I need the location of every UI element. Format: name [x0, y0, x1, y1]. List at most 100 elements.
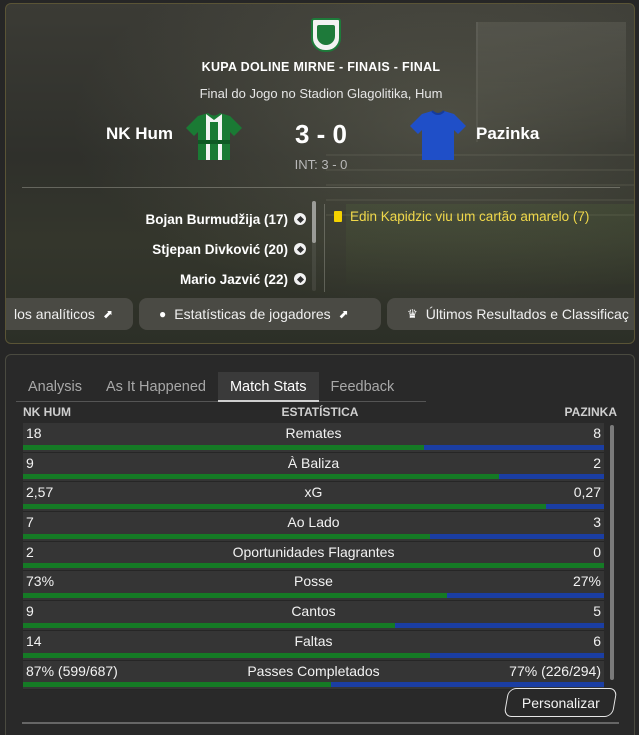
home-share-bar: [23, 622, 395, 628]
away-share-bar: [330, 682, 604, 688]
stats-table: 18 Remates 8 9 À Baliza 2 2,57 xG 0,27 7 Ao Lado 3 2…: [23, 423, 604, 691]
stat-comparison-bar: [23, 682, 604, 688]
tab-analysis[interactable]: Analysis: [16, 372, 94, 402]
scorer-item[interactable]: Mario Jazvić (22): [66, 264, 306, 294]
stat-row: 9 Cantos 5: [23, 601, 604, 631]
away-stat-value: 0,27: [573, 484, 601, 501]
stat-label: Ao Lado: [287, 514, 340, 531]
away-stat-value: 8: [593, 425, 601, 441]
stat-row: 2 Oportunidades Flagrantes 0: [23, 541, 604, 572]
competition-title: KUPA DOLINE MIRNE - FINAIS - FINAL: [201, 60, 441, 74]
home-share-bar: [23, 652, 430, 658]
stat-label: Oportunidades Flagrantes: [232, 543, 395, 560]
away-stat-value: 2: [593, 454, 601, 471]
scorers-scrollbar-thumb[interactable]: [312, 201, 316, 243]
results-standings-button[interactable]: ♛ Últimos Resultados e Classificaç: [387, 298, 634, 330]
match-venue: Final do Jogo no Stadion Glagolitika, Hu…: [199, 86, 443, 101]
player-stats-button-label: Estatísticas de jogadores: [174, 306, 331, 322]
stat-row: 73% Posse 27%: [23, 571, 604, 602]
stat-label: À Baliza: [287, 454, 340, 471]
stat-row: 18 Remates 8: [23, 423, 604, 453]
stat-comparison-bar: [23, 533, 604, 539]
away-stat-value: 6: [593, 632, 601, 649]
tab-feedback[interactable]: Feedback: [319, 372, 407, 402]
customize-button-label: Personalizar: [521, 694, 600, 711]
stat-column-header: ESTATÍSTICA: [281, 405, 359, 419]
stat-comparison-bar: [23, 652, 604, 658]
stat-comparison-bar: [23, 504, 604, 510]
tab-as-it-happened[interactable]: As It Happened: [94, 372, 218, 402]
external-link-icon: ⬈: [102, 307, 113, 321]
stat-comparison-bar: [23, 622, 604, 628]
header-button-row: los analíticos ⬈ ● Estatísticas de jogad…: [6, 298, 634, 330]
analytics-button[interactable]: los analíticos ⬈: [6, 298, 133, 330]
customize-button[interactable]: Personalizar: [503, 688, 618, 717]
external-link-icon: ⬈: [338, 307, 349, 321]
stat-comparison-bar: [23, 563, 604, 569]
stat-label: xG: [304, 484, 323, 501]
stat-label: Posse: [294, 573, 333, 590]
home-share-bar: [23, 593, 448, 599]
scorer-item[interactable]: Bojan Burmudžija (17): [66, 204, 306, 234]
ball-icon: [294, 243, 306, 255]
match-header-panel: KUPA DOLINE MIRNE - FINAIS - FINAL Final…: [5, 3, 635, 344]
stat-label: Faltas: [294, 632, 333, 649]
home-share-bar: [23, 563, 604, 569]
ball-icon: [294, 213, 306, 225]
stat-row: 14 Faltas 6: [23, 630, 604, 661]
aggregate-score: INT: 3 - 0: [294, 157, 348, 172]
match-score: 3 - 0: [294, 119, 348, 149]
analytics-button-label: los analíticos: [14, 306, 95, 322]
trophy-icon: ♛: [407, 307, 418, 321]
stats-column-headers: NK HUM ESTATÍSTICA PAZINKA: [23, 405, 617, 421]
events-divider: [324, 204, 325, 292]
away-share-bar: [429, 652, 604, 658]
home-share-bar: [23, 504, 546, 510]
person-icon: ●: [159, 307, 167, 321]
stat-row: 2,57 xG 0,27: [23, 482, 604, 513]
ball-icon: [294, 273, 306, 285]
stat-label: Cantos: [291, 603, 336, 620]
stat-comparison-bar: [23, 444, 604, 450]
stat-row: 87% (599/687) Passes Completados 77% (226/…: [23, 660, 604, 691]
away-share-bar: [499, 474, 604, 480]
away-share-bar: [447, 593, 604, 599]
away-share-bar: [394, 622, 604, 628]
stat-row: 7 Ao Lado 3: [23, 512, 604, 542]
results-standings-button-label: Últimos Resultados e Classificaç: [425, 306, 629, 322]
scorer-item[interactable]: Stjepan Divković (20): [66, 234, 306, 264]
away-stat-value: 27%: [572, 573, 601, 590]
yellow-card-icon: [334, 211, 342, 222]
stats-scrollbar[interactable]: [610, 425, 614, 680]
stat-label: Remates: [285, 425, 342, 441]
header-divider: [22, 187, 620, 188]
home-share-bar: [23, 682, 331, 688]
player-stats-button[interactable]: ● Estatísticas de jogadores ⬈: [139, 298, 381, 330]
panel-bottom-divider: [22, 722, 619, 724]
away-stat-value: 0: [593, 543, 601, 560]
away-stat-value: 5: [593, 603, 601, 620]
home-scorers-list: Bojan Burmudžija (17) Stjepan Divković (…: [66, 204, 306, 294]
match-screen: KUPA DOLINE MIRNE - FINAIS - FINAL Final…: [0, 0, 639, 735]
scorer-name: Stjepan Divković (20): [152, 241, 288, 257]
away-event-item[interactable]: Edin Kapidzic viu um cartão amarelo (7): [334, 209, 589, 224]
away-column-header: PAZINKA: [564, 405, 617, 419]
stat-comparison-bar: [23, 474, 604, 480]
scorer-name: Bojan Burmudžija (17): [145, 211, 288, 227]
home-share-bar: [23, 474, 500, 480]
scorer-name: Mario Jazvić (22): [179, 271, 288, 287]
away-share-bar: [429, 533, 604, 539]
stats-tabs: Analysis As It Happened Match Stats Feed…: [16, 372, 426, 402]
away-share-bar: [423, 444, 604, 450]
event-text: Edin Kapidzic viu um cartão amarelo (7): [350, 209, 590, 224]
away-stat-value: 3: [593, 514, 601, 531]
competition-logo-icon: [311, 18, 341, 52]
away-share-bar: [545, 504, 604, 510]
tab-match-stats[interactable]: Match Stats: [217, 372, 319, 402]
home-share-bar: [23, 444, 424, 450]
stat-row: 9À Baliza 2: [23, 452, 604, 483]
home-share-bar: [23, 533, 430, 539]
away-team-name[interactable]: Pazinka: [476, 124, 539, 144]
stat-comparison-bar: [23, 593, 604, 599]
away-stat-value: 77% (226/294): [509, 662, 601, 679]
